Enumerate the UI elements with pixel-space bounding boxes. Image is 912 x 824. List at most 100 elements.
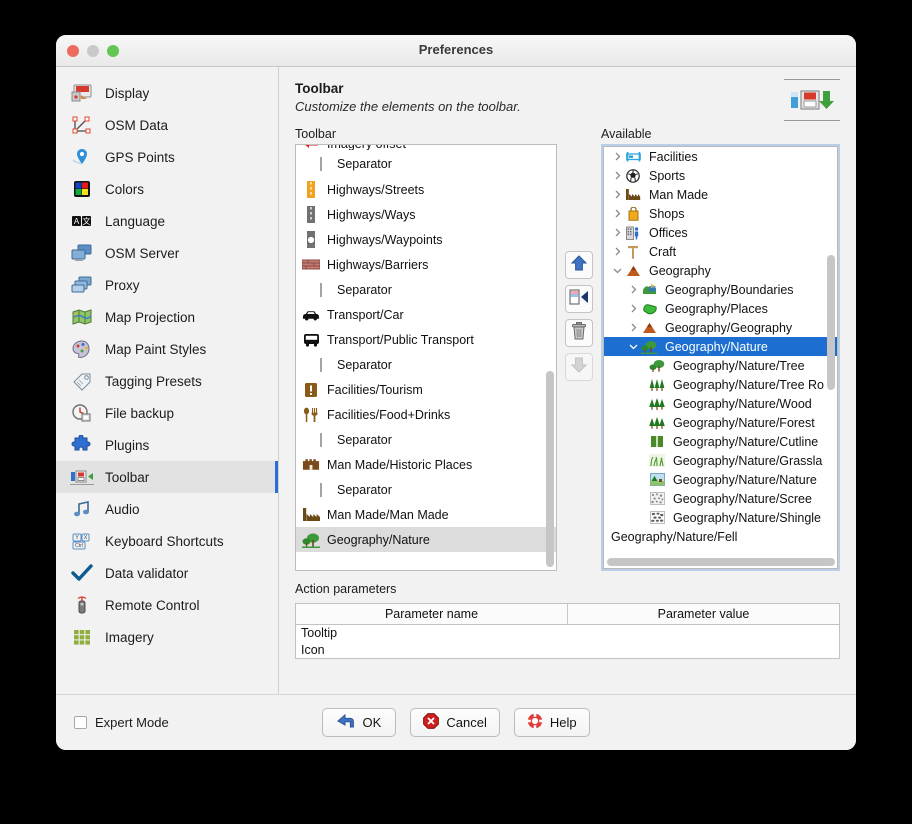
table-row[interactable]: Icon [296,642,839,659]
sidebar-item-keyboard-shortcuts[interactable]: YXCtrl Keyboard Shortcuts [56,525,278,557]
tree-node[interactable]: Geography/Places [604,299,837,318]
available-tree-vscrollbar[interactable] [827,255,835,390]
list-item[interactable]: Transport/Car [296,302,556,327]
tree-node[interactable]: Geography/Boundaries [604,280,837,299]
column-header-parameter-name[interactable]: Parameter name [296,604,567,624]
list-item[interactable]: Separator [296,477,556,502]
transport-bus-icon [302,331,320,348]
list-item[interactable]: Man Made/Historic Places [296,452,556,477]
sidebar-item-display[interactable]: Display [56,77,278,109]
tree-node-label: Craft [649,245,676,259]
list-item[interactable]: Separator [296,150,556,177]
sidebar-item-remote-control[interactable]: Remote Control [56,589,278,621]
sidebar-item-osm-data[interactable]: OSM Data [56,109,278,141]
sidebar-item-file-backup[interactable]: File backup [56,397,278,429]
column-header-parameter-value[interactable]: Parameter value [567,604,839,624]
chevron-right-icon[interactable] [610,209,624,218]
sidebar-item-imagery[interactable]: Imagery [56,621,278,653]
available-tree[interactable]: Facilities Sports Man Made [601,144,840,571]
imagery-icon [70,626,94,648]
tree-node[interactable]: Geography/Nature/Tree [604,356,837,375]
list-item-label: Separator [337,433,392,447]
list-item[interactable]: Facilities/Food+Drinks [296,402,556,427]
sidebar-item-tagging-presets[interactable]: Tagging Presets [56,365,278,397]
tree-node[interactable]: Craft [604,242,837,261]
list-item[interactable]: Highways/Barriers [296,252,556,277]
action-parameters-table[interactable]: Parameter name Parameter value Tooltip I… [295,603,840,659]
sidebar-item-gps-points[interactable]: GPS Points [56,141,278,173]
add-left-arrow-icon [569,288,589,311]
toolbar-list[interactable]: Imagery offset Separator [295,144,557,571]
list-item[interactable]: Geography/Nature [296,527,556,552]
sidebar-item-map-paint-styles[interactable]: Map Paint Styles [56,333,278,365]
sidebar-item-toolbar[interactable]: Toolbar [56,461,278,493]
tree-node[interactable]: Geography/Nature/Grassla [604,451,837,470]
chevron-right-icon[interactable] [610,247,624,256]
chevron-right-icon[interactable] [610,152,624,161]
list-item[interactable]: Man Made/Man Made [296,502,556,527]
add-to-toolbar-button[interactable] [565,285,593,313]
sidebar-item-osm-server[interactable]: OSM Server [56,237,278,269]
facilities-bed-icon [624,148,642,165]
cancel-button[interactable]: Cancel [410,708,499,737]
move-up-button[interactable] [565,251,593,279]
chevron-down-icon[interactable] [626,342,640,351]
chevron-right-icon[interactable] [610,190,624,199]
tree-node[interactable]: Geography/Nature/Fell [604,527,837,546]
shops-bag-icon [624,205,642,222]
tree-node[interactable]: Geography [604,261,837,280]
chevron-down-icon[interactable] [610,266,624,275]
sidebar-item-map-projection[interactable]: Map Projection [56,301,278,333]
sidebar-item-plugins[interactable]: Plugins [56,429,278,461]
tourism-icon [302,381,320,398]
list-item[interactable]: Highways/Waypoints [296,227,556,252]
tree-node[interactable]: Man Made [604,185,837,204]
tree-node[interactable]: Shops [604,204,837,223]
chevron-right-icon[interactable] [626,285,640,294]
tree-node-label: Geography/Nature/Tree [673,359,805,373]
preferences-sidebar[interactable]: Display OSM Data GPS Points Colors [56,67,279,694]
list-item[interactable]: Highways/Ways [296,202,556,227]
chevron-right-icon[interactable] [626,304,640,313]
tree-node[interactable]: Geography/Geography [604,318,837,337]
tree-node[interactable]: Geography/Nature/Nature [604,470,837,489]
chevron-right-icon[interactable] [626,323,640,332]
highway-barriers-icon [302,256,320,273]
tree-node[interactable]: Sports [604,166,837,185]
list-item[interactable]: Transport/Public Transport [296,327,556,352]
list-item[interactable]: Separator [296,277,556,302]
list-item[interactable]: Separator [296,427,556,452]
cancel-button-label: Cancel [446,715,486,730]
sidebar-item-colors[interactable]: Colors [56,173,278,205]
tree-node[interactable]: Geography/Nature/Scree [604,489,837,508]
tree-node-label: Geography/Nature/Cutline [673,435,818,449]
tree-node-label: Geography/Nature/Fell [611,530,737,544]
parameter-value-cell[interactable] [568,642,840,659]
list-item[interactable]: Facilities/Tourism [296,377,556,402]
sidebar-item-data-validator[interactable]: Data validator [56,557,278,589]
parameter-value-cell[interactable] [568,625,840,642]
chevron-right-icon[interactable] [610,171,624,180]
tree-node[interactable]: Facilities [604,147,837,166]
list-item[interactable]: Highways/Streets [296,177,556,202]
help-button[interactable]: Help [514,708,590,737]
sidebar-item-language[interactable]: A文 Language [56,205,278,237]
sidebar-item-audio[interactable]: Audio [56,493,278,525]
sidebar-item-proxy[interactable]: Proxy [56,269,278,301]
tree-node[interactable]: Geography/Nature/Forest [604,413,837,432]
ok-button[interactable]: OK [322,708,396,737]
list-item[interactable]: Separator [296,352,556,377]
available-tree-hscrollbar[interactable] [607,558,835,566]
tree-node[interactable]: Geography/Nature/Wood [604,394,837,413]
tree-node-selected[interactable]: Geography/Nature [604,337,837,356]
tree-node[interactable]: Geography/Nature/Cutline [604,432,837,451]
tree-node[interactable]: Geography/Nature/Shingle [604,508,837,527]
move-down-button[interactable] [565,353,593,381]
table-row[interactable]: Tooltip [296,625,839,642]
toolbar-list-scrollbar[interactable] [546,371,554,567]
tree-node[interactable]: Offices [604,223,837,242]
remove-button[interactable] [565,319,593,347]
tree-node[interactable]: Geography/Nature/Tree Ro [604,375,837,394]
sidebar-item-label: Display [105,86,149,101]
chevron-right-icon[interactable] [610,228,624,237]
